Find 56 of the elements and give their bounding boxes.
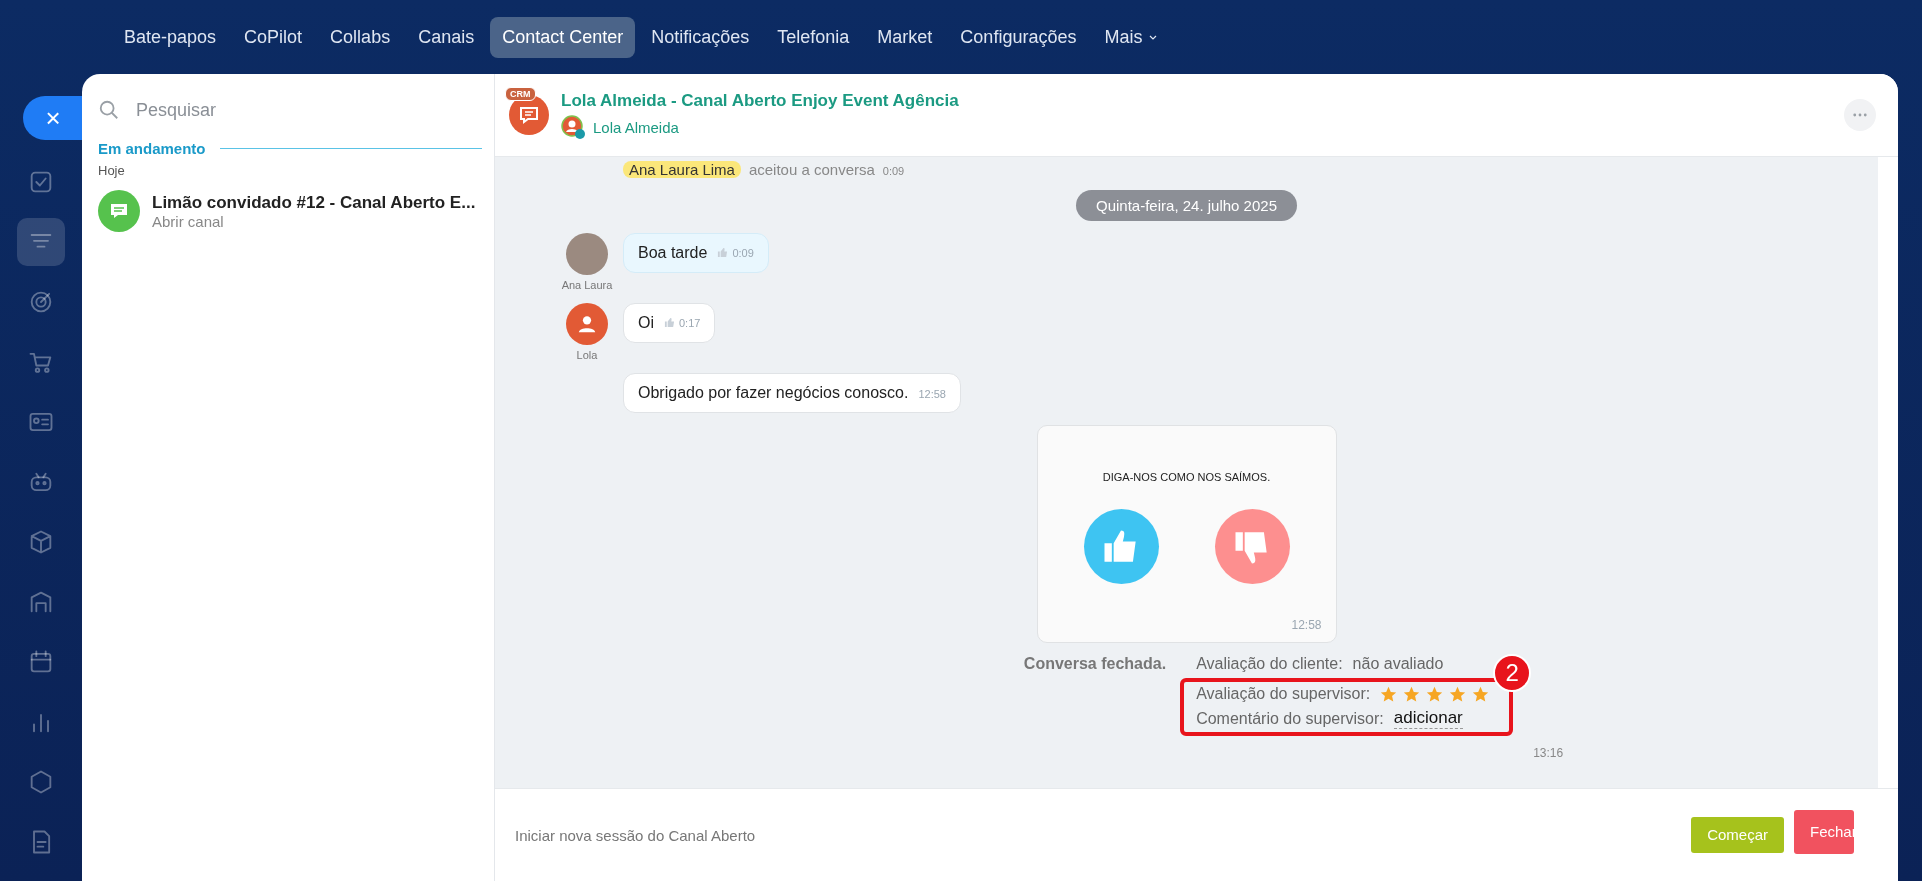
date-separator: Quinta-feira, 24. julho 2025 [1076, 190, 1297, 221]
contact-name[interactable]: Lola Almeida [593, 118, 679, 136]
nav-tab[interactable]: Canais [406, 16, 487, 58]
photo-placeholder [566, 233, 608, 275]
system-message: aceitou a conversa [748, 161, 875, 178]
crm-badge: CRM [505, 87, 536, 101]
rating-label: Avaliação do cliente: [1196, 655, 1343, 673]
nav-tab[interactable]: Configurações [948, 16, 1089, 58]
chat-title: Limão convidado #12 - Canal Aberto E... [152, 192, 476, 213]
add-comment-link[interactable]: adicionar [1393, 708, 1463, 729]
star-rating[interactable] [1380, 685, 1490, 703]
nav-tab[interactable]: Market [865, 16, 945, 58]
nav-tab[interactable]: CoPilot [232, 16, 315, 58]
nav-tab[interactable]: Bate-papos [112, 16, 229, 58]
close-button[interactable]: × [23, 96, 83, 140]
message-text: Obrigado por fazer negócios conosco. [638, 384, 909, 402]
search-icon [98, 99, 120, 121]
message-text: Oi [638, 314, 654, 332]
message-text: Boa tarde [638, 244, 708, 262]
user-name-tag: Ana Laura Lima [623, 161, 741, 178]
nav-tab[interactable]: Collabs [318, 16, 403, 58]
chat-bubble-icon [98, 190, 140, 232]
comment-label: Comentário do supervisor: [1196, 709, 1384, 728]
author-name: Ana Laura [561, 279, 613, 291]
survey-question: DIGA-NOS COMO NOS SAÍMOS. [1102, 471, 1271, 483]
section-title: Em andamento [98, 140, 206, 157]
nav-tab[interactable]: Contact Center [490, 16, 636, 58]
user-avatar-icon [566, 303, 608, 345]
status-text: Conversa fechada. [1023, 655, 1167, 674]
nav-tab[interactable]: Telefonia [765, 16, 862, 58]
star-icon[interactable] [1426, 685, 1444, 703]
message-time: 13:16 [1533, 746, 1564, 760]
more-icon [1853, 113, 1867, 117]
star-icon[interactable] [1403, 685, 1421, 703]
nav-tab[interactable]: Notificações [639, 16, 762, 58]
group-label: Hoje [98, 163, 126, 178]
message-time: 0:09 [732, 246, 754, 259]
message-time: 0:17 [679, 316, 701, 329]
user-avatar-icon [561, 115, 585, 139]
nav-tab[interactable]: Mais [1092, 16, 1171, 58]
message-time: 12:58 [1291, 618, 1322, 632]
rating-value: não avaliado [1352, 655, 1444, 673]
like-icon[interactable] [664, 317, 675, 328]
footer-text: Iniciar nova sessão do Canal Aberto [515, 826, 757, 844]
chat-title[interactable]: Lola Almeida - Canal Aberto Enjoy Event Agência [561, 91, 1832, 111]
star-icon[interactable] [1449, 685, 1467, 703]
chat-list-item[interactable]: Limão convidado #12 - Canal Aberto E... Abrir canal [98, 188, 482, 234]
author-name: Lola [576, 349, 598, 361]
rating-label: Avaliação do supervisor: [1196, 685, 1371, 703]
step-number: 2 [1493, 654, 1532, 692]
star-icon[interactable] [1380, 685, 1398, 703]
message-time: 12:58 [918, 388, 946, 400]
star-icon[interactable] [1472, 685, 1490, 703]
chat-subtitle: Abrir canal [152, 212, 225, 230]
message-time: 0:09 [882, 165, 905, 177]
funnel-icon[interactable] [17, 218, 65, 266]
